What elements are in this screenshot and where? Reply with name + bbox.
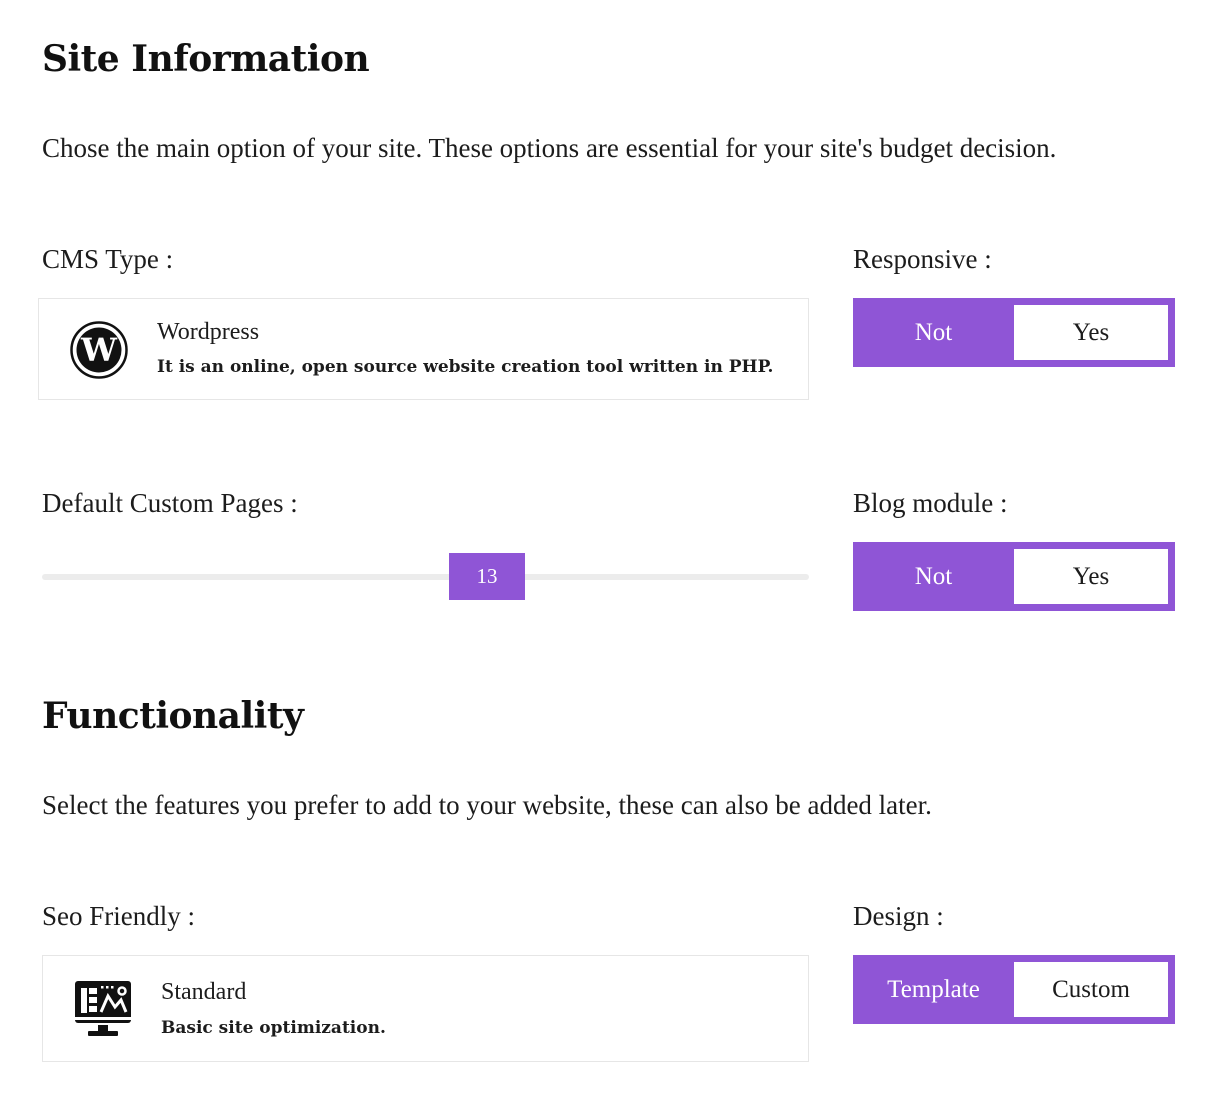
blog-module-option-yes[interactable]: Yes	[1014, 549, 1168, 604]
seo-option-name: Standard	[161, 979, 247, 1005]
svg-text:W: W	[80, 331, 118, 369]
cms-type-label: CMS Type :	[42, 244, 174, 274]
site-information-title: Site Information	[42, 38, 370, 80]
design-option-custom[interactable]: Custom	[1014, 962, 1168, 1017]
seo-option-description: Basic site optimization.	[161, 1018, 386, 1038]
blog-module-label: Blog module :	[853, 488, 1008, 518]
design-option-template[interactable]: Template	[853, 955, 1014, 1024]
monitor-dashboard-icon	[74, 980, 132, 1042]
functionality-description: Select the features you prefer to add to…	[42, 790, 932, 820]
site-information-description: Chose the main option of your site. Thes…	[42, 133, 1057, 163]
blog-module-toggle[interactable]: Not Yes	[853, 542, 1175, 611]
responsive-label: Responsive :	[853, 244, 992, 274]
seo-friendly-label: Seo Friendly :	[42, 901, 195, 931]
design-toggle[interactable]: Template Custom	[853, 955, 1175, 1024]
seo-option-card[interactable]: Standard Basic site optimization.	[42, 955, 809, 1062]
slider-handle[interactable]: 13	[449, 553, 525, 600]
blog-module-option-not[interactable]: Not	[853, 542, 1014, 611]
cms-option-description: It is an online, open source website cre…	[157, 357, 774, 377]
responsive-option-yes[interactable]: Yes	[1014, 305, 1168, 360]
responsive-toggle[interactable]: Not Yes	[853, 298, 1175, 367]
cms-type-option-card[interactable]: W Wordpress It is an online, open source…	[38, 298, 809, 400]
slider-track[interactable]	[42, 574, 809, 580]
functionality-title: Functionality	[42, 695, 304, 737]
responsive-option-not[interactable]: Not	[853, 298, 1014, 367]
cms-option-name: Wordpress	[157, 319, 260, 345]
wordpress-icon: W	[70, 321, 128, 383]
custom-pages-slider[interactable]: 13	[42, 553, 809, 601]
design-label: Design :	[853, 901, 944, 931]
default-custom-pages-label: Default Custom Pages :	[42, 488, 298, 518]
